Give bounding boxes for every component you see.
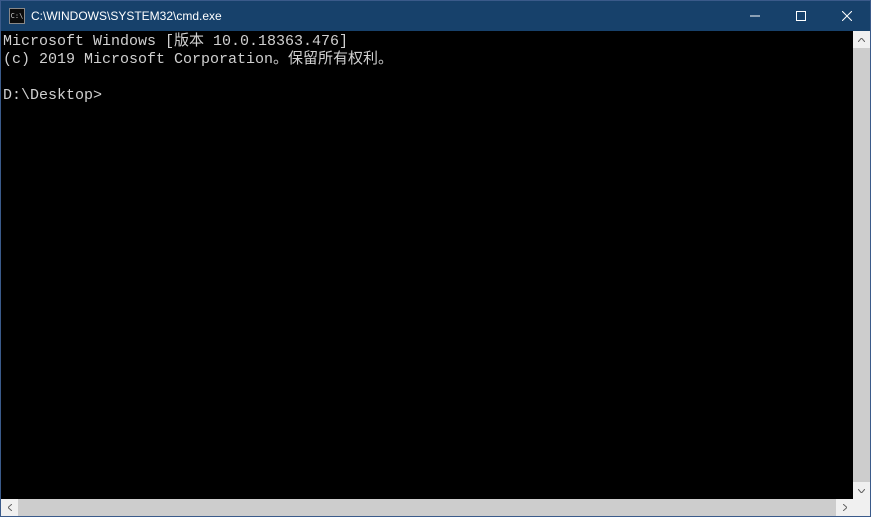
close-icon <box>842 11 852 21</box>
minimize-button[interactable] <box>732 1 778 31</box>
client-area: Microsoft Windows [版本 10.0.18363.476] (c… <box>1 31 870 516</box>
terminal-output[interactable]: Microsoft Windows [版本 10.0.18363.476] (c… <box>1 31 853 499</box>
window-title: C:\WINDOWS\SYSTEM32\cmd.exe <box>31 9 222 23</box>
terminal-line-copyright: (c) 2019 Microsoft Corporation。保留所有权利。 <box>3 51 393 68</box>
terminal-wrap: Microsoft Windows [版本 10.0.18363.476] (c… <box>1 31 870 499</box>
maximize-icon <box>796 11 806 21</box>
horizontal-scroll-thumb[interactable] <box>18 499 836 516</box>
minimize-icon <box>750 11 760 21</box>
terminal-line-version: Microsoft Windows [版本 10.0.18363.476] <box>3 33 348 50</box>
scroll-left-button[interactable] <box>1 499 18 516</box>
cmd-window: C:\ C:\WINDOWS\SYSTEM32\cmd.exe Microsof… <box>0 0 871 517</box>
vertical-scroll-track[interactable] <box>853 48 870 482</box>
titlebar[interactable]: C:\ C:\WINDOWS\SYSTEM32\cmd.exe <box>1 1 870 31</box>
vertical-scroll-thumb[interactable] <box>853 48 870 482</box>
chevron-down-icon <box>858 489 865 493</box>
app-icon: C:\ <box>9 8 25 24</box>
chevron-left-icon <box>8 504 12 511</box>
vertical-scrollbar[interactable] <box>853 31 870 499</box>
app-icon-label: C:\ <box>11 12 24 20</box>
scroll-right-button[interactable] <box>836 499 853 516</box>
scroll-down-button[interactable] <box>853 482 870 499</box>
scroll-up-button[interactable] <box>853 31 870 48</box>
chevron-right-icon <box>843 504 847 511</box>
maximize-button[interactable] <box>778 1 824 31</box>
close-button[interactable] <box>824 1 870 31</box>
scrollbar-corner <box>853 499 870 516</box>
chevron-up-icon <box>858 38 865 42</box>
horizontal-scroll-track[interactable] <box>18 499 836 516</box>
horizontal-scrollbar[interactable] <box>1 499 870 516</box>
terminal-prompt: D:\Desktop> <box>3 87 102 104</box>
